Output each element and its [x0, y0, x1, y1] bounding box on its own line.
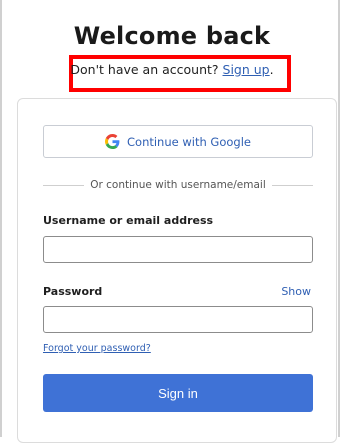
sign-in-button[interactable]: Sign in — [43, 374, 313, 412]
password-input[interactable] — [43, 306, 313, 333]
password-label: Password — [43, 285, 103, 298]
signup-link[interactable]: Sign up — [223, 62, 270, 77]
page-frame: Welcome back Don't have an account? Sign… — [0, 0, 340, 443]
signup-prompt-text: Don't have an account? — [70, 62, 223, 77]
or-divider: Or continue with username/email — [43, 179, 313, 191]
login-card: Continue with Google Or continue with us… — [17, 98, 337, 443]
username-input[interactable] — [43, 236, 313, 263]
page-title: Welcome back — [73, 22, 271, 50]
signup-prompt: Don't have an account? Sign up. — [2, 62, 340, 77]
google-icon — [105, 134, 120, 149]
google-signin-button[interactable]: Continue with Google — [43, 125, 313, 158]
forgot-password-link[interactable]: Forgot your password? — [43, 343, 151, 354]
divider-line-right — [271, 184, 313, 186]
username-label: Username or email address — [43, 214, 214, 227]
divider-line-left — [43, 184, 85, 186]
google-button-label: Continue with Google — [127, 134, 251, 149]
divider-text: Or continue with username/email — [90, 179, 266, 191]
show-password-toggle[interactable]: Show — [281, 285, 311, 298]
signup-punct: . — [269, 62, 274, 77]
